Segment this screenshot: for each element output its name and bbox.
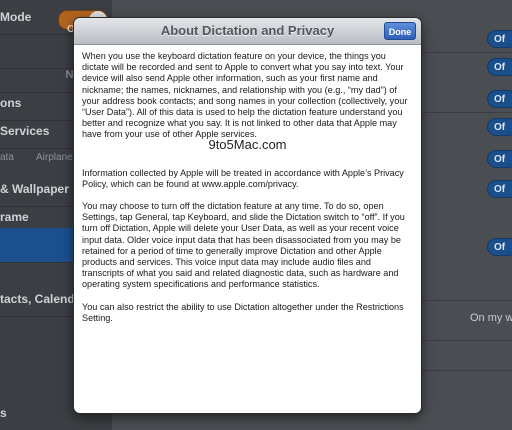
row-divider [420, 112, 512, 113]
setting-toggle[interactable]: Of [487, 30, 512, 48]
privacy-paragraph: When you use the keyboard dictation feat… [82, 51, 408, 140]
setting-toggle[interactable]: Of [487, 180, 512, 198]
privacy-paragraph: You can also restrict the ability to use… [82, 301, 404, 323]
sidebar-subtext-airplane: Airplane [36, 152, 73, 163]
row-divider [420, 370, 512, 371]
watermark-text: 9to5Mac.com [208, 137, 287, 152]
setting-toggle[interactable]: Of [487, 118, 512, 136]
privacy-paragraph: Information collected by Apple will be t… [82, 167, 404, 189]
row-divider [420, 52, 512, 53]
sidebar-item-label: Mode [0, 10, 32, 24]
done-button[interactable]: Done [384, 22, 416, 40]
dialog-title: About Dictation and Privacy [160, 23, 335, 38]
row-divider [420, 300, 512, 301]
privacy-paragraph: You may choose to turn off the dictation… [82, 201, 405, 290]
row-divider [420, 340, 512, 341]
dictation-privacy-dialog: About Dictation and Privacy Done When yo… [74, 18, 421, 413]
setting-toggle[interactable]: Of [487, 238, 512, 256]
dialog-body: When you use the keyboard dictation feat… [82, 51, 413, 335]
sidebar-item-label: rame [0, 210, 29, 224]
sidebar-item-label: & Wallpaper [0, 182, 69, 196]
sidebar-subtext-data: ata [0, 152, 14, 163]
setting-value: On my w [470, 312, 512, 324]
sidebar-item-label: s [0, 406, 7, 420]
setting-toggle[interactable]: Of [487, 150, 512, 168]
setting-toggle[interactable]: Of [487, 90, 512, 108]
sidebar-item-label: Services [0, 124, 50, 138]
setting-toggle[interactable]: Of [487, 58, 512, 76]
sidebar-item-label: ons [0, 96, 22, 110]
